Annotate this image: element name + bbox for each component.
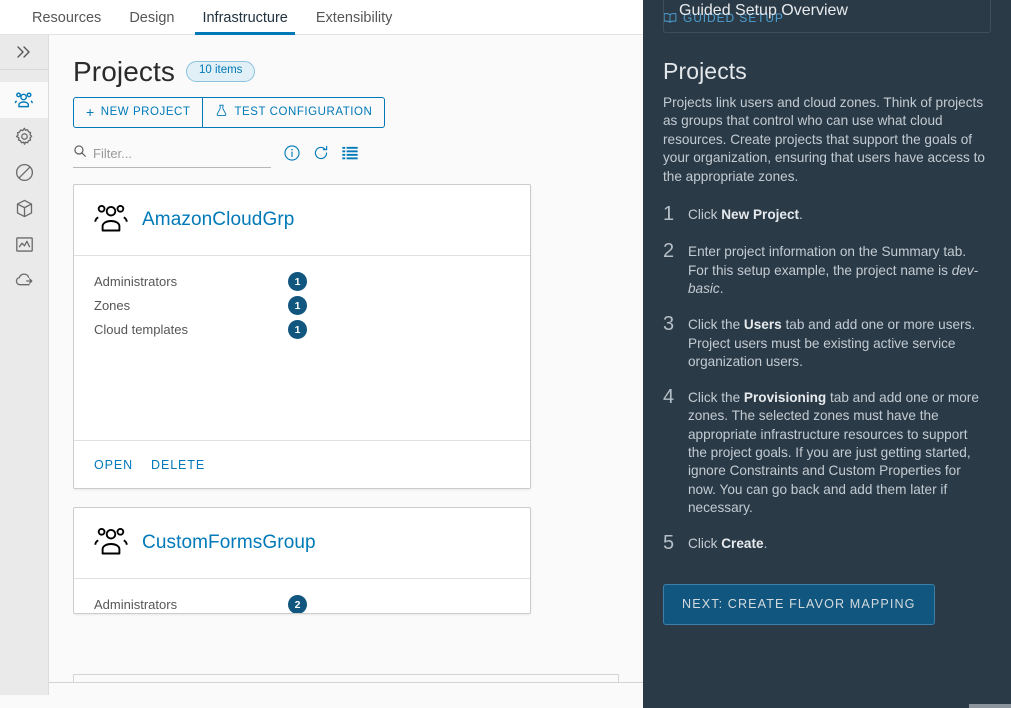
- plus-icon: +: [86, 104, 95, 121]
- stat-row: Administrators 1: [94, 270, 510, 294]
- new-project-button[interactable]: + NEW PROJECT: [73, 97, 204, 128]
- stat-label: Cloud templates: [94, 322, 188, 338]
- guide-step: 1 Click New Project.: [663, 204, 989, 225]
- project-card: AmazonCloudGrp Administrators 1 Zones 1 Cloud…: [73, 183, 531, 489]
- users-group-icon: [14, 90, 35, 111]
- tab-resources[interactable]: Resources: [18, 9, 115, 35]
- flask-icon: [215, 104, 228, 121]
- stat-row: Cloud templates 1: [94, 318, 510, 342]
- info-circle-icon[interactable]: [283, 144, 301, 167]
- tab-infrastructure[interactable]: Infrastructure: [188, 9, 301, 35]
- rail-item-projects[interactable]: [0, 82, 48, 118]
- card-action-delete[interactable]: DELETE: [151, 458, 205, 472]
- stat-count-badge: 2: [288, 595, 307, 613]
- project-card-header: AmazonCloudGrp: [74, 185, 530, 256]
- project-card-list: AmazonCloudGrp Administrators 1 Zones 1 Cloud…: [73, 183, 643, 662]
- no-entry-icon: [14, 162, 35, 183]
- filter-toolbar: [73, 144, 643, 168]
- main-content: Projects 10 items + NEW PROJECT TEST CON…: [49, 35, 643, 695]
- project-card-header: CustomFormsGroup: [74, 508, 530, 579]
- guided-setup-panel: GUIDED SETUP Guided Setup Overview Proje…: [643, 0, 1011, 708]
- stat-label: Administrators: [94, 274, 178, 290]
- rail-item-onboarding[interactable]: [0, 262, 48, 298]
- tab-label: Extensibility: [315, 9, 393, 26]
- rail-item-policies[interactable]: [0, 154, 48, 190]
- next-create-flavor-mapping-button[interactable]: NEXT: CREATE FLAVOR MAPPING: [663, 584, 935, 625]
- tab-label: Resources: [32, 9, 102, 26]
- toolbar-icons: [283, 144, 359, 167]
- gear-icon: [14, 126, 35, 147]
- guide-heading: Projects: [663, 58, 747, 84]
- left-icon-rail: [0, 35, 49, 695]
- card-action-open[interactable]: OPEN: [94, 458, 133, 472]
- page-header: Projects 10 items + NEW PROJECT TEST CON…: [49, 35, 643, 168]
- guide-step-number: 1: [663, 203, 675, 226]
- guide-step-number: 3: [663, 313, 675, 336]
- test-configuration-label: TEST CONFIGURATION: [234, 105, 373, 118]
- guide-step-text: Click the Provisioning tab and add one o…: [688, 390, 979, 515]
- rail-item-resources[interactable]: [0, 190, 48, 226]
- stat-label: Zones: [94, 298, 131, 314]
- guide-step-text: Enter project information on the Summary…: [688, 244, 979, 296]
- guided-setup-tooltip: Guided Setup Overview: [663, 0, 991, 33]
- guide-step-text: Click Create.: [688, 536, 768, 552]
- refresh-icon[interactable]: [312, 144, 330, 167]
- stat-count-badge: 1: [288, 320, 307, 340]
- guide-intro-paragraph: Projects link users and cloud zones. Thi…: [663, 95, 985, 184]
- guide-step-text: Click New Project.: [688, 207, 803, 223]
- page-bottom-edge: [49, 682, 643, 695]
- cloud-arrow-icon: [14, 270, 35, 291]
- item-count-badge: 10 items: [185, 61, 256, 82]
- guide-step-number: 5: [663, 532, 675, 555]
- rail-item-configuration[interactable]: [0, 118, 48, 154]
- stat-row: Zones 1: [94, 294, 510, 318]
- project-list-region: AmazonCloudGrp Administrators 1 Zones 1 Cloud…: [49, 183, 643, 695]
- stat-count-badge: 1: [288, 272, 307, 292]
- project-card-stats: Administrators 1 Zones 1 Cloud templates 1: [74, 256, 530, 440]
- guide-step: 5 Click Create.: [663, 533, 989, 554]
- new-project-label: NEW PROJECT: [100, 105, 191, 118]
- guide-step: 4 Click the Provisioning tab and add one …: [663, 387, 989, 517]
- cube-icon: [14, 198, 35, 219]
- title-row: Projects 10 items: [73, 57, 643, 86]
- guide-step: 3 Click the Users tab and add one or more…: [663, 314, 989, 371]
- project-card: CustomFormsGroup Administrators 2: [73, 506, 531, 614]
- project-card-footer: OPEN DELETE: [74, 439, 530, 488]
- guide-step-number: 2: [663, 240, 675, 263]
- users-group-icon: [94, 204, 128, 237]
- stat-label: Administrators: [94, 597, 178, 613]
- stat-count-badge: 1: [288, 296, 307, 316]
- users-group-icon: [94, 527, 128, 560]
- search-input[interactable]: [93, 145, 253, 161]
- rail-item-list: [0, 70, 48, 298]
- tab-design[interactable]: Design: [115, 9, 188, 35]
- guide-step-text: Click the Users tab and add one or more …: [688, 317, 976, 369]
- top-nav-tablist: Resources Design Infrastructure Extensibili…: [0, 0, 407, 35]
- guide-step: 2 Enter project information on the Summar…: [663, 241, 989, 298]
- project-card-title[interactable]: CustomFormsGroup: [142, 532, 316, 554]
- tab-label: Infrastructure: [202, 9, 288, 26]
- tooltip-text: Guided Setup Overview: [679, 2, 848, 19]
- tab-extensibility[interactable]: Extensibility: [302, 9, 407, 35]
- search-icon: [73, 144, 87, 163]
- test-configuration-button[interactable]: TEST CONFIGURATION: [203, 97, 386, 128]
- stat-row: Administrators 2: [94, 593, 510, 613]
- project-card-stats: Administrators 2: [74, 579, 530, 613]
- filter-box[interactable]: [73, 144, 271, 168]
- list-view-icon[interactable]: [341, 144, 359, 167]
- guided-setup-body: Projects Projects link users and cloud z…: [643, 0, 1011, 625]
- horizontal-scrollbar[interactable]: [969, 704, 1011, 708]
- action-button-group: + NEW PROJECT TEST CONFIGURATION: [73, 97, 643, 128]
- chevron-double-right-icon: [14, 42, 34, 62]
- guide-step-list: 1 Click New Project. 2 Enter project inform…: [663, 204, 989, 554]
- chart-icon: [14, 234, 35, 255]
- page-title: Projects: [73, 56, 175, 87]
- tab-label: Design: [129, 9, 175, 26]
- guide-step-number: 4: [663, 386, 675, 409]
- rail-item-activity[interactable]: [0, 226, 48, 262]
- expand-sidebar-button[interactable]: [0, 35, 48, 70]
- project-card-title[interactable]: AmazonCloudGrp: [142, 209, 294, 231]
